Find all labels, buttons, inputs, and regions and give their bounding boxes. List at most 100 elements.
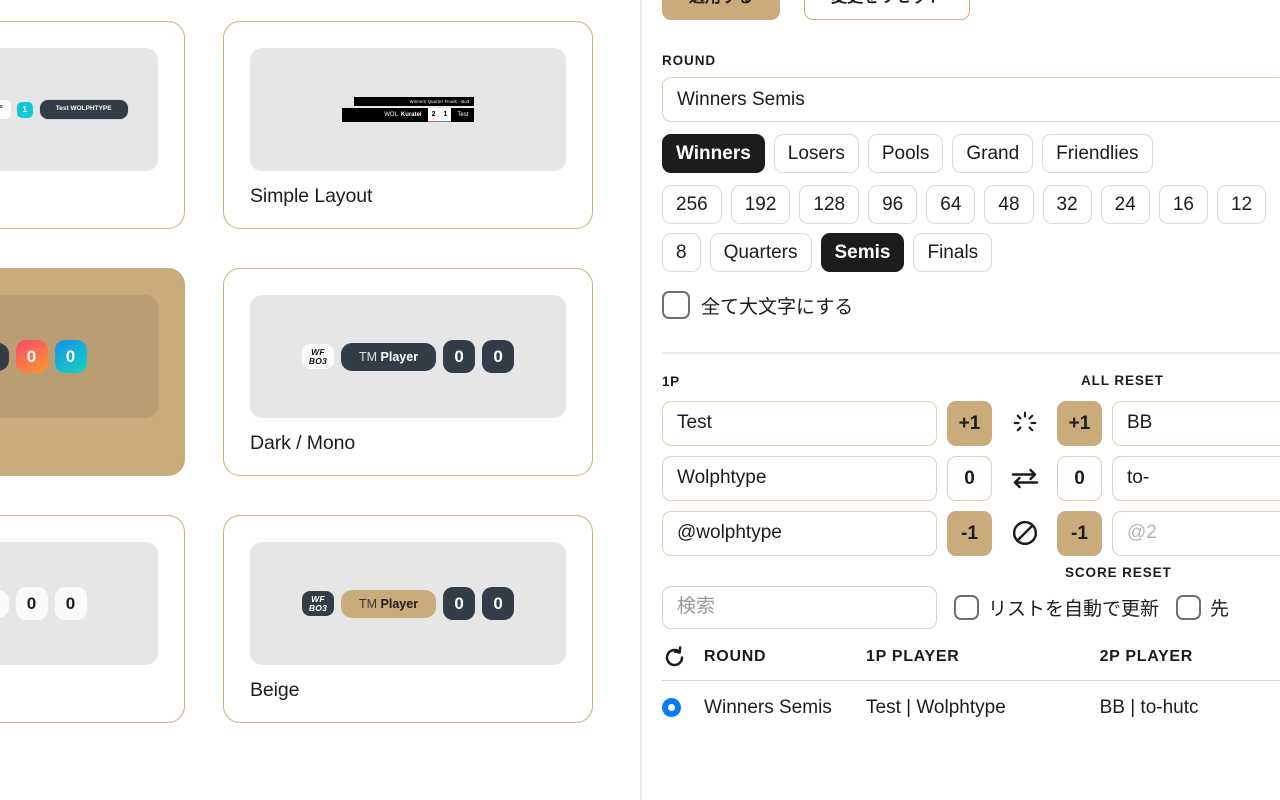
player1-block: WOL Kuratei xyxy=(342,108,428,122)
player1-minus-one-button[interactable]: -1 xyxy=(947,510,992,556)
player2-prefix: Test xyxy=(55,105,69,113)
panel-divider xyxy=(640,0,642,800)
table-row[interactable]: Winners Semis Test | Wolphtype BB | to-h… xyxy=(662,697,1280,719)
theme-card-light[interactable]: TM Player 0 0 xyxy=(0,515,185,723)
list-table-header: ROUND 1P PLAYER 2P PLAYER xyxy=(662,645,1280,681)
player2-score: 0 xyxy=(54,340,87,373)
scoreboard-preview-simple: Winners Quarter Finals - Bo3 WOL Kuratei… xyxy=(341,97,475,122)
player2-score: 0 xyxy=(482,587,515,620)
size-pill-semis[interactable]: Semis xyxy=(820,233,905,272)
scoreboard-preview-classic: otei 2 WINNERS QUARTERS BEST OF 3 1 Test… xyxy=(0,99,129,120)
player-name-pill: TM Player xyxy=(0,589,9,618)
player1-prefix: WOL xyxy=(384,112,398,118)
score-row: WOL Kuratei 2 1 Test xyxy=(341,108,475,122)
row-radio-selected[interactable] xyxy=(662,698,681,717)
bracket-pill-pools[interactable]: Pools xyxy=(867,134,944,173)
bracket-pill-row: Winners Losers Pools Grand Friendlies xyxy=(662,134,1280,173)
player1-score-display[interactable]: 0 xyxy=(947,455,992,501)
player2-plus-one-button[interactable]: +1 xyxy=(1057,400,1102,446)
size-pill-16[interactable]: 16 xyxy=(1158,185,1208,224)
player-name: Player xyxy=(380,596,419,611)
swap-players-button[interactable] xyxy=(1002,456,1047,501)
no-entry-icon xyxy=(1012,520,1037,546)
player2-twitter-input[interactable] xyxy=(1112,510,1280,556)
player2-name-input[interactable] xyxy=(1112,400,1280,446)
player2-minus-one-button[interactable]: -1 xyxy=(1057,510,1102,556)
theme-preview-beige: WF BO3 TM Player 0 0 xyxy=(250,542,566,665)
scoreboard-preview-gradient: TM Player 0 0 xyxy=(0,340,87,373)
player2-name: Test xyxy=(457,112,469,118)
theme-preview-simple: Winners Quarter Finals - Bo3 WOL Kuratei… xyxy=(250,48,566,171)
theme-preview-light: TM Player 0 0 xyxy=(0,542,158,665)
bracket-pill-losers[interactable]: Losers xyxy=(773,134,859,173)
player2-score: 1 xyxy=(439,108,452,122)
theme-card-beige[interactable]: WF BO3 TM Player 0 0 Beige xyxy=(223,515,593,723)
app-root: otei 2 WINNERS QUARTERS BEST OF 3 1 Test… xyxy=(0,0,1280,800)
uppercase-checkbox-row: 全て大文字にする xyxy=(662,291,1280,319)
bracket-pill-grand[interactable]: Grand xyxy=(952,134,1034,173)
size-pill-64[interactable]: 64 xyxy=(926,185,976,224)
second-option-row: 先 xyxy=(1176,594,1229,621)
list-controls: リストを自動で更新 先 xyxy=(662,585,1280,629)
player-name: Player xyxy=(380,349,419,364)
scoreboard-preview-dark: WF BO3 TM Player 0 0 xyxy=(301,340,515,373)
player-editor-header: 1P ALL RESET xyxy=(662,373,1280,391)
theme-card-classic[interactable]: otei 2 WINNERS QUARTERS BEST OF 3 1 Test… xyxy=(0,21,185,229)
auto-refresh-row: リストを自動で更新 xyxy=(954,594,1159,621)
player-name-pill: TM Player xyxy=(341,589,437,618)
theme-preview-gradient: TM Player 0 0 xyxy=(0,295,158,418)
size-pill-48[interactable]: 48 xyxy=(984,185,1034,224)
round-input[interactable] xyxy=(662,77,1280,122)
row-2p-player: BB | to-hutc xyxy=(1099,696,1199,718)
theme-preview-classic: otei 2 WINNERS QUARTERS BEST OF 3 1 Test… xyxy=(0,48,158,171)
theme-card-gradient[interactable]: TM Player 0 0 xyxy=(0,268,185,476)
bracket-pill-winners[interactable]: Winners xyxy=(662,134,765,173)
theme-card-dark-mono[interactable]: WF BO3 TM Player 0 0 Dark / Mono xyxy=(223,268,593,476)
column-header-round: ROUND xyxy=(704,648,767,665)
theme-preview-dark: WF BO3 TM Player 0 0 xyxy=(250,295,566,418)
player1-tag-input[interactable] xyxy=(662,455,937,501)
player1-plus-one-button[interactable]: +1 xyxy=(947,400,992,446)
refresh-list-button[interactable] xyxy=(662,645,704,670)
auto-refresh-checkbox[interactable] xyxy=(954,594,979,620)
player1-name: Kuratei xyxy=(400,112,422,118)
bracket-pill-friendlies[interactable]: Friendlies xyxy=(1042,134,1153,173)
score-reset-button[interactable] xyxy=(1002,511,1047,556)
player1-name-input[interactable] xyxy=(662,400,937,446)
player2-name-pill: Test WOLPHTYPE xyxy=(38,99,129,120)
size-pill-256[interactable]: 256 xyxy=(662,185,722,224)
row-select-cell[interactable] xyxy=(662,698,704,717)
size-pill-quarters[interactable]: Quarters xyxy=(709,233,812,272)
player1-twitter-input[interactable] xyxy=(662,510,937,556)
auto-refresh-label: リストを自動で更新 xyxy=(988,598,1160,620)
theme-card-label: Dark / Mono xyxy=(250,432,356,454)
second-option-checkbox[interactable] xyxy=(1176,594,1202,620)
size-pill-8[interactable]: 8 xyxy=(662,233,701,272)
size-pill-32[interactable]: 32 xyxy=(1042,185,1092,224)
reset-changes-button[interactable]: 変更をリセット xyxy=(804,0,971,20)
player1-score: 0 xyxy=(15,587,48,620)
size-pill-192[interactable]: 192 xyxy=(730,185,791,224)
size-pill-96[interactable]: 96 xyxy=(868,185,918,224)
player2-score: 0 xyxy=(54,587,87,620)
apply-button[interactable]: 適用する xyxy=(662,0,781,20)
player2-score-display[interactable]: 0 xyxy=(1057,455,1102,501)
player-name-pill: TM Player xyxy=(341,342,437,371)
all-reset-button[interactable] xyxy=(1002,401,1047,446)
size-pill-24[interactable]: 24 xyxy=(1100,185,1150,224)
section-divider xyxy=(662,352,1280,354)
player-tag-row: 0 0 xyxy=(662,455,1280,501)
theme-gallery-panel: otei 2 WINNERS QUARTERS BEST OF 3 1 Test… xyxy=(0,0,641,800)
search-input[interactable] xyxy=(662,585,937,629)
size-pill-128[interactable]: 128 xyxy=(799,185,860,224)
second-option-label: 先 xyxy=(1210,598,1230,620)
uppercase-checkbox[interactable] xyxy=(662,291,690,319)
player2-tag-input[interactable] xyxy=(1112,455,1280,501)
theme-card-simple-layout[interactable]: Winners Quarter Finals - Bo3 WOL Kuratei… xyxy=(223,21,593,229)
team-tag: TM xyxy=(359,349,378,364)
round-badge-line2: BO3 xyxy=(308,602,327,613)
size-pill-finals[interactable]: Finals xyxy=(913,233,993,272)
player2-score: 0 xyxy=(482,340,515,373)
size-pill-12[interactable]: 12 xyxy=(1216,185,1267,224)
column-header-2p-player: 2P PLAYER xyxy=(1099,648,1194,665)
